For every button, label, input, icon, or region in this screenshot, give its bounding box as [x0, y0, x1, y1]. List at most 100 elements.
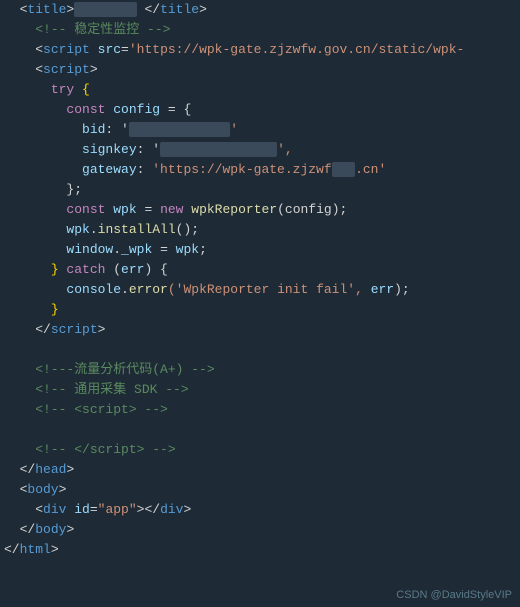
- token: </: [4, 522, 35, 537]
- token: 'https://wpk-gate.zjzwfw.gov.cn/static/w…: [129, 42, 464, 57]
- token: <: [4, 2, 27, 17]
- token: <!-- 通用采集 SDK -->: [4, 382, 189, 397]
- token: error: [129, 282, 168, 297]
- token: [4, 182, 66, 197]
- token: gateway: [82, 162, 137, 177]
- code-line: };: [0, 180, 520, 200]
- token: {: [74, 82, 90, 97]
- code-line: </html>: [0, 540, 520, 560]
- token: ',: [277, 142, 293, 157]
- token: [4, 342, 35, 357]
- line-content: <div id="app"></div>: [0, 500, 520, 520]
- token: [4, 422, 35, 437]
- token: id: [74, 502, 90, 517]
- token: [4, 142, 82, 157]
- line-content: }: [0, 300, 520, 320]
- token: [4, 82, 51, 97]
- token: src: [98, 42, 121, 57]
- token: script: [82, 402, 129, 417]
- line-content: window._wpk = wpk;: [0, 240, 520, 260]
- line-content: <body>: [0, 480, 520, 500]
- token: (: [105, 262, 121, 277]
- token: [4, 262, 51, 277]
- token: html: [20, 542, 51, 557]
- token: <: [4, 62, 43, 77]
- token: body: [35, 522, 66, 537]
- token: [160, 142, 277, 157]
- token: >: [66, 522, 74, 537]
- token: body: [27, 482, 58, 497]
- token: installAll: [98, 222, 176, 237]
- token: script: [90, 442, 137, 457]
- line-content: wpk.installAll();: [0, 220, 520, 240]
- token: >: [183, 502, 191, 517]
- code-line: <div id="app"></div>: [0, 500, 520, 520]
- token: [4, 222, 66, 237]
- token: }: [51, 262, 67, 277]
- token: <: [4, 502, 43, 517]
- token: title: [27, 2, 66, 17]
- token: div: [43, 502, 66, 517]
- token: [4, 302, 51, 317]
- line-content: const config = {: [0, 100, 520, 120]
- token: wpk: [66, 222, 89, 237]
- code-line: [0, 340, 520, 360]
- token: ('WpkReporter init fail',: [168, 282, 371, 297]
- token: [74, 2, 136, 17]
- code-lines: <title> </title> <!-- 稳定性监控 --> <script …: [0, 0, 520, 560]
- token: .: [90, 222, 98, 237]
- code-line: </head>: [0, 460, 520, 480]
- token: =: [137, 202, 160, 217]
- code-line: const config = {: [0, 100, 520, 120]
- token: >: [98, 322, 106, 337]
- token: </: [4, 322, 51, 337]
- line-content: <title> </title>: [0, 0, 520, 20]
- code-line: window._wpk = wpk;: [0, 240, 520, 260]
- line-content: </script>: [0, 320, 520, 340]
- token: [4, 162, 82, 177]
- line-content: signkey: ' ',: [0, 140, 520, 160]
- token: wpkReporter: [191, 202, 277, 217]
- token: catch: [66, 262, 105, 277]
- token: try: [51, 82, 74, 97]
- token: script: [43, 62, 90, 77]
- code-line: <script>: [0, 60, 520, 80]
- token: console: [66, 282, 121, 297]
- token: wpk: [176, 242, 199, 257]
- token: >: [51, 542, 59, 557]
- code-line: <!-- </script> -->: [0, 440, 520, 460]
- token: head: [35, 462, 66, 477]
- line-content: <!-- <script> -->: [0, 400, 520, 420]
- token: );: [394, 282, 410, 297]
- line-content: </body>: [0, 520, 520, 540]
- token: (config);: [277, 202, 347, 217]
- token: > -->: [137, 442, 176, 457]
- token: ;: [199, 242, 207, 257]
- token: =: [152, 242, 175, 257]
- line-content: <script src='https://wpk-gate.zjzwfw.gov…: [0, 40, 520, 60]
- code-line: <!---流量分析代码(A+) -->: [0, 360, 520, 380]
- token: >: [59, 482, 67, 497]
- token: config: [113, 102, 160, 117]
- token: _wpk: [121, 242, 152, 257]
- code-line: wpk.installAll();: [0, 220, 520, 240]
- code-line: [0, 420, 520, 440]
- token: .: [121, 282, 129, 297]
- code-line: console.error('WpkReporter init fail', e…: [0, 280, 520, 300]
- token: script: [43, 42, 90, 57]
- code-line: }: [0, 300, 520, 320]
- line-content: [0, 340, 520, 360]
- line-content: <script>: [0, 60, 520, 80]
- token: = {: [160, 102, 191, 117]
- token: err: [121, 262, 144, 277]
- line-content: gateway: 'https://wpk-gate.zjzwf .cn': [0, 160, 520, 180]
- token: };: [66, 182, 82, 197]
- token: ></: [137, 502, 160, 517]
- token: err: [371, 282, 394, 297]
- line-content: </head>: [0, 460, 520, 480]
- token: ': [230, 122, 238, 137]
- token: : ': [137, 142, 160, 157]
- token: </: [4, 462, 35, 477]
- token: new: [160, 202, 183, 217]
- token: wpk: [113, 202, 136, 217]
